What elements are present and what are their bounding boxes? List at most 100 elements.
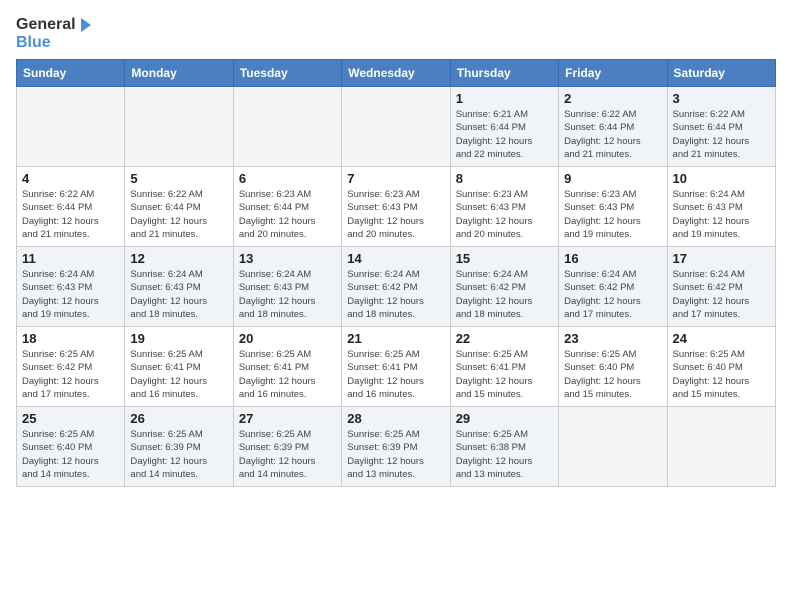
day-number: 3 bbox=[673, 91, 770, 106]
calendar-cell: 15 Sunrise: 6:24 AMSunset: 6:42 PMDayligh… bbox=[450, 247, 558, 327]
calendar-cell: 24 Sunrise: 6:25 AMSunset: 6:40 PMDayligh… bbox=[667, 327, 775, 407]
weekday-header-monday: Monday bbox=[125, 60, 233, 87]
day-info: Sunrise: 6:24 AMSunset: 6:43 PMDaylight:… bbox=[673, 188, 770, 241]
calendar-cell: 11 Sunrise: 6:24 AMSunset: 6:43 PMDayligh… bbox=[17, 247, 125, 327]
day-info: Sunrise: 6:25 AMSunset: 6:40 PMDaylight:… bbox=[564, 348, 661, 401]
weekday-header-saturday: Saturday bbox=[667, 60, 775, 87]
day-number: 23 bbox=[564, 331, 661, 346]
calendar-cell: 20 Sunrise: 6:25 AMSunset: 6:41 PMDayligh… bbox=[233, 327, 341, 407]
day-info: Sunrise: 6:25 AMSunset: 6:39 PMDaylight:… bbox=[347, 428, 444, 481]
day-info: Sunrise: 6:24 AMSunset: 6:43 PMDaylight:… bbox=[22, 268, 119, 321]
calendar-cell: 18 Sunrise: 6:25 AMSunset: 6:42 PMDayligh… bbox=[17, 327, 125, 407]
day-info: Sunrise: 6:25 AMSunset: 6:41 PMDaylight:… bbox=[456, 348, 553, 401]
day-info: Sunrise: 6:22 AMSunset: 6:44 PMDaylight:… bbox=[673, 108, 770, 161]
day-number: 6 bbox=[239, 171, 336, 186]
weekday-header-row: SundayMondayTuesdayWednesdayThursdayFrid… bbox=[17, 60, 776, 87]
day-info: Sunrise: 6:25 AMSunset: 6:42 PMDaylight:… bbox=[22, 348, 119, 401]
calendar-cell bbox=[342, 87, 450, 167]
day-info: Sunrise: 6:23 AMSunset: 6:43 PMDaylight:… bbox=[564, 188, 661, 241]
weekday-header-sunday: Sunday bbox=[17, 60, 125, 87]
calendar-cell bbox=[667, 407, 775, 487]
day-number: 19 bbox=[130, 331, 227, 346]
calendar-cell: 3 Sunrise: 6:22 AMSunset: 6:44 PMDaylight… bbox=[667, 87, 775, 167]
calendar-cell: 8 Sunrise: 6:23 AMSunset: 6:43 PMDaylight… bbox=[450, 167, 558, 247]
calendar-cell: 12Sunrise: 6:24 AMSunset: 6:43 PMDayligh… bbox=[125, 247, 233, 327]
calendar-cell: 27 Sunrise: 6:25 AMSunset: 6:39 PMDayligh… bbox=[233, 407, 341, 487]
day-number: 14 bbox=[347, 251, 444, 266]
calendar-cell: 22 Sunrise: 6:25 AMSunset: 6:41 PMDayligh… bbox=[450, 327, 558, 407]
calendar-cell bbox=[233, 87, 341, 167]
day-number: 4 bbox=[22, 171, 119, 186]
calendar-cell: 2 Sunrise: 6:22 AMSunset: 6:44 PMDaylight… bbox=[559, 87, 667, 167]
day-info: Sunrise: 6:22 AMSunset: 6:44 PMDaylight:… bbox=[564, 108, 661, 161]
calendar-cell: 14 Sunrise: 6:24 AMSunset: 6:42 PMDayligh… bbox=[342, 247, 450, 327]
day-info: Sunrise: 6:23 AMSunset: 6:43 PMDaylight:… bbox=[347, 188, 444, 241]
day-number: 16 bbox=[564, 251, 661, 266]
day-number: 11 bbox=[22, 251, 119, 266]
calendar-week-5: 25 Sunrise: 6:25 AMSunset: 6:40 PMDayligh… bbox=[17, 407, 776, 487]
calendar-cell: 26 Sunrise: 6:25 AMSunset: 6:39 PMDayligh… bbox=[125, 407, 233, 487]
weekday-header-wednesday: Wednesday bbox=[342, 60, 450, 87]
calendar-cell: 29Sunrise: 6:25 AMSunset: 6:38 PMDayligh… bbox=[450, 407, 558, 487]
calendar-week-4: 18 Sunrise: 6:25 AMSunset: 6:42 PMDayligh… bbox=[17, 327, 776, 407]
day-number: 15 bbox=[456, 251, 553, 266]
calendar-cell: 21 Sunrise: 6:25 AMSunset: 6:41 PMDayligh… bbox=[342, 327, 450, 407]
day-number: 10 bbox=[673, 171, 770, 186]
day-number: 5 bbox=[130, 171, 227, 186]
day-number: 1 bbox=[456, 91, 553, 106]
calendar-cell: 28 Sunrise: 6:25 AMSunset: 6:39 PMDayligh… bbox=[342, 407, 450, 487]
day-info: Sunrise: 6:22 AMSunset: 6:44 PMDaylight:… bbox=[22, 188, 119, 241]
day-info: Sunrise: 6:23 AMSunset: 6:43 PMDaylight:… bbox=[456, 188, 553, 241]
calendar-cell: 10 Sunrise: 6:24 AMSunset: 6:43 PMDayligh… bbox=[667, 167, 775, 247]
weekday-header-friday: Friday bbox=[559, 60, 667, 87]
calendar-cell: 16 Sunrise: 6:24 AMSunset: 6:42 PMDayligh… bbox=[559, 247, 667, 327]
calendar-cell: 4 Sunrise: 6:22 AMSunset: 6:44 PMDaylight… bbox=[17, 167, 125, 247]
day-number: 24 bbox=[673, 331, 770, 346]
day-info: Sunrise: 6:22 AMSunset: 6:44 PMDaylight:… bbox=[130, 188, 227, 241]
day-info: Sunrise: 6:21 AMSunset: 6:44 PMDaylight:… bbox=[456, 108, 553, 161]
logo: General Blue bbox=[16, 16, 93, 51]
day-number: 17 bbox=[673, 251, 770, 266]
day-number: 13 bbox=[239, 251, 336, 266]
day-number: 7 bbox=[347, 171, 444, 186]
day-info: Sunrise: 6:24 AMSunset: 6:42 PMDaylight:… bbox=[673, 268, 770, 321]
day-number: 29 bbox=[456, 411, 553, 426]
calendar-cell: 7 Sunrise: 6:23 AMSunset: 6:43 PMDaylight… bbox=[342, 167, 450, 247]
day-number: 12 bbox=[130, 251, 227, 266]
day-info: Sunrise: 6:24 AMSunset: 6:42 PMDaylight:… bbox=[347, 268, 444, 321]
calendar-week-3: 11 Sunrise: 6:24 AMSunset: 6:43 PMDayligh… bbox=[17, 247, 776, 327]
calendar-cell bbox=[17, 87, 125, 167]
day-info: Sunrise: 6:25 AMSunset: 6:40 PMDaylight:… bbox=[22, 428, 119, 481]
day-info: Sunrise: 6:25 AMSunset: 6:39 PMDaylight:… bbox=[239, 428, 336, 481]
calendar-cell: 23 Sunrise: 6:25 AMSunset: 6:40 PMDayligh… bbox=[559, 327, 667, 407]
calendar-cell: 19 Sunrise: 6:25 AMSunset: 6:41 PMDayligh… bbox=[125, 327, 233, 407]
day-number: 20 bbox=[239, 331, 336, 346]
calendar-cell: 13 Sunrise: 6:24 AMSunset: 6:43 PMDayligh… bbox=[233, 247, 341, 327]
day-number: 2 bbox=[564, 91, 661, 106]
calendar-cell bbox=[125, 87, 233, 167]
day-number: 8 bbox=[456, 171, 553, 186]
day-number: 27 bbox=[239, 411, 336, 426]
day-info: Sunrise: 6:25 AMSunset: 6:40 PMDaylight:… bbox=[673, 348, 770, 401]
day-info: Sunrise: 6:24 AMSunset: 6:42 PMDaylight:… bbox=[456, 268, 553, 321]
day-number: 25 bbox=[22, 411, 119, 426]
calendar-week-2: 4 Sunrise: 6:22 AMSunset: 6:44 PMDaylight… bbox=[17, 167, 776, 247]
day-number: 18 bbox=[22, 331, 119, 346]
day-info: Sunrise: 6:23 AMSunset: 6:44 PMDaylight:… bbox=[239, 188, 336, 241]
header: General Blue bbox=[16, 16, 776, 51]
calendar-cell: 6 Sunrise: 6:23 AMSunset: 6:44 PMDaylight… bbox=[233, 167, 341, 247]
day-info: Sunrise: 6:24 AMSunset: 6:42 PMDaylight:… bbox=[564, 268, 661, 321]
day-info: Sunrise: 6:25 AMSunset: 6:41 PMDaylight:… bbox=[130, 348, 227, 401]
day-number: 28 bbox=[347, 411, 444, 426]
calendar-cell: 17 Sunrise: 6:24 AMSunset: 6:42 PMDayligh… bbox=[667, 247, 775, 327]
day-info: Sunrise: 6:25 AMSunset: 6:41 PMDaylight:… bbox=[239, 348, 336, 401]
day-info: Sunrise: 6:25 AMSunset: 6:41 PMDaylight:… bbox=[347, 348, 444, 401]
day-number: 22 bbox=[456, 331, 553, 346]
day-info: Sunrise: 6:25 AMSunset: 6:39 PMDaylight:… bbox=[130, 428, 227, 481]
calendar-cell: 9 Sunrise: 6:23 AMSunset: 6:43 PMDaylight… bbox=[559, 167, 667, 247]
day-number: 21 bbox=[347, 331, 444, 346]
calendar-week-1: 1 Sunrise: 6:21 AMSunset: 6:44 PMDaylight… bbox=[17, 87, 776, 167]
day-number: 9 bbox=[564, 171, 661, 186]
day-number: 26 bbox=[130, 411, 227, 426]
day-info: Sunrise: 6:24 AMSunset: 6:43 PMDaylight:… bbox=[239, 268, 336, 321]
